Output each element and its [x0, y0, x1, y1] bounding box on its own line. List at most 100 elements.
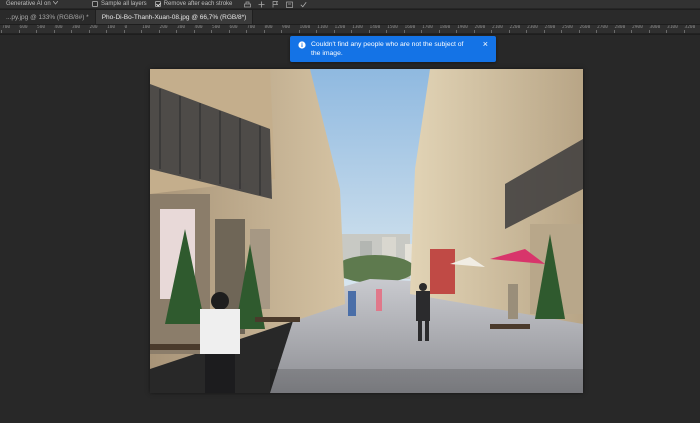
ruler-tick-mark: [141, 30, 142, 33]
ruler-tick-mark: [123, 30, 125, 33]
horizontal-ruler[interactable]: 700 600 500 400 300 200 100 0 100 200 300 400 500 600…: [0, 25, 700, 34]
ruler-tick-label: 200: [159, 25, 168, 30]
ruler-tick-mark: [683, 30, 685, 33]
remove-after-stroke-label: Remove after each stroke: [163, 1, 233, 7]
ruler-tick-mark: [246, 30, 247, 33]
tab-document-2[interactable]: Pho-Di-Bo-Thanh-Xuan-08.jpg @ 66,7% (RGB…: [95, 10, 254, 24]
ruler-tick-label: 2000: [474, 25, 486, 30]
ruler-tick-label: 2800: [614, 25, 626, 30]
ruler-tick-label: 1900: [457, 25, 468, 30]
ruler-tick-label: 100: [107, 25, 116, 30]
options-icon-group: [244, 0, 307, 8]
options-bar: Generative AI on Sample all layers Remov…: [0, 0, 700, 9]
ruler-tick-label: 2400: [544, 25, 556, 30]
document-image[interactable]: [150, 69, 583, 393]
ruler-tick-mark: [666, 30, 667, 33]
ruler-tick-label: 0: [124, 25, 128, 30]
tab-label: Pho-Di-Bo-Thanh-Xuan-08.jpg @ 66,7% (RGB…: [101, 13, 247, 21]
tool-preset-label: Generative AI on: [6, 1, 51, 7]
ruler-tick-label: 600: [19, 25, 28, 30]
ruler-tick-mark: [578, 30, 580, 33]
brush-settings-icon[interactable]: [244, 1, 252, 8]
ruler-tick-label: 2300: [527, 25, 538, 30]
plus-icon[interactable]: [258, 1, 265, 8]
ruler-tick-mark: [386, 30, 387, 33]
ruler-tick-label: 400: [54, 25, 63, 30]
ruler-tick-mark: [158, 30, 160, 33]
ruler-tick-mark: [106, 30, 107, 33]
tab-document-1[interactable]: ...py.jpg @ 133% (RGB/8#) *: [0, 10, 96, 24]
ruler-tick-mark: [438, 30, 440, 33]
ruler-tick-mark: [631, 30, 632, 33]
ruler-tick-label: 2500: [562, 25, 573, 30]
flag-icon[interactable]: [272, 0, 279, 8]
ruler-tick-label: 900: [282, 25, 291, 30]
ruler-tick-mark: [263, 30, 265, 33]
ruler-tick-mark: [228, 30, 230, 33]
ruler-tick-label: 100: [142, 25, 151, 30]
ruler-tick-label: 2600: [579, 25, 591, 30]
undo-icon[interactable]: [286, 1, 294, 8]
ruler-tick-mark: [1, 30, 2, 33]
ruler-tick-label: 300: [72, 25, 81, 30]
ruler-tick-mark: [508, 30, 510, 33]
ruler-tick-mark: [351, 30, 352, 33]
ruler-tick-label: 1400: [369, 25, 381, 30]
ruler-tick-mark: [368, 30, 370, 33]
ruler-tick-mark: [211, 30, 212, 33]
ruler-tick-mark: [18, 30, 20, 33]
ruler-tick-mark: [36, 30, 37, 33]
ruler-tick-label: 500: [212, 25, 221, 30]
ruler-tick-mark: [298, 30, 300, 33]
notification-toast: Couldn't find any people who are not the…: [290, 36, 496, 62]
ruler-tick-label: 2700: [597, 25, 608, 30]
ruler-tick-label: 800: [264, 25, 273, 30]
ruler-tick-mark: [176, 30, 177, 33]
ruler-tick-mark: [526, 30, 527, 33]
ruler-tick-label: 1500: [387, 25, 398, 30]
ruler-tick-label: 500: [37, 25, 46, 30]
ruler-tick-mark: [88, 30, 90, 33]
ruler-tick-label: 200: [89, 25, 98, 30]
ruler-tick-mark: [53, 30, 55, 33]
sample-all-layers-box[interactable]: [92, 1, 98, 7]
ruler-tick-mark: [193, 30, 195, 33]
chevron-down-icon: [52, 0, 59, 7]
ruler-tick-label: 400: [194, 25, 203, 30]
ruler-tick-label: 700: [2, 25, 11, 30]
ruler-tick-mark: [456, 30, 457, 33]
remove-after-stroke-box[interactable]: [154, 1, 161, 7]
remove-after-stroke-checkbox[interactable]: Remove after each stroke: [154, 1, 233, 7]
ruler-tick-mark: [473, 30, 475, 33]
ruler-tick-mark: [561, 30, 562, 33]
ruler-tick-mark: [596, 30, 597, 33]
check-icon[interactable]: [300, 1, 307, 8]
ruler-tick-label: 2900: [632, 25, 643, 30]
ruler-tick-label: 700: [247, 25, 256, 30]
ruler-tick-label: 1700: [422, 25, 433, 30]
notification-message: Couldn't find any people who are not the…: [311, 41, 464, 57]
ruler-tick-label: 1000: [299, 25, 311, 30]
ruler-tick-mark: [281, 30, 282, 33]
ruler-tick-mark: [491, 30, 492, 33]
sample-all-layers-label: Sample all layers: [101, 1, 147, 7]
ruler-tick-label: 3000: [649, 25, 661, 30]
ruler-tick-mark: [316, 30, 317, 33]
sample-all-layers-checkbox[interactable]: Sample all layers: [92, 1, 147, 7]
ruler-tick-label: 1300: [352, 25, 363, 30]
ruler-tick-label: 1200: [334, 25, 346, 30]
tab-label: ...py.jpg @ 133% (RGB/8#) *: [6, 13, 89, 21]
ruler-tick-mark: [403, 30, 405, 33]
ruler-tick-label: 600: [229, 25, 238, 30]
ruler-tick-label: 2200: [509, 25, 521, 30]
tool-preset-select[interactable]: Generative AI on: [6, 0, 84, 7]
ruler-tick-mark: [71, 30, 72, 33]
ruler-tick-label: 1800: [439, 25, 451, 30]
ruler-tick-label: 3200: [684, 25, 696, 30]
close-icon[interactable]: ×: [483, 40, 488, 49]
ruler-tick-mark: [613, 30, 615, 33]
info-icon: [298, 41, 306, 49]
ruler-tick-label: 2100: [492, 25, 503, 30]
ruler-tick-label: 3100: [667, 25, 678, 30]
ruler-tick-label: 300: [177, 25, 186, 30]
